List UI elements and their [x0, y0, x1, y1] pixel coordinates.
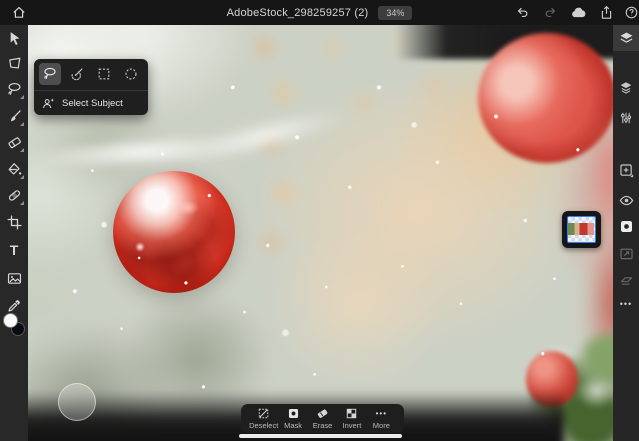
adjustments-icon[interactable] — [615, 107, 637, 129]
selection-tool-popup: Select Subject — [34, 59, 148, 115]
mask-button[interactable]: Mask — [278, 407, 307, 430]
place-embed-icon[interactable] — [615, 242, 637, 264]
visibility-eye-icon[interactable] — [615, 189, 637, 211]
elliptical-marquee-option[interactable] — [120, 63, 142, 85]
selection-action-bar: Deselect Mask Erase Invert ••• More — [241, 404, 404, 433]
lasso-select-tool[interactable] — [2, 77, 26, 101]
deselect-button[interactable]: Deselect — [249, 407, 278, 430]
more-dots-icon: ••• — [376, 408, 387, 420]
flatten-icon[interactable] — [615, 268, 637, 290]
select-subject-label: Select Subject — [62, 98, 123, 109]
more-options-icon[interactable]: ••• — [615, 293, 637, 315]
layers-panel-button[interactable] — [613, 25, 639, 51]
healing-brush-tool[interactable] — [2, 183, 26, 207]
redo-icon[interactable] — [541, 3, 559, 21]
more-button[interactable]: ••• More — [367, 408, 396, 430]
layer-transparency-checker — [567, 216, 596, 243]
lasso-option[interactable] — [39, 63, 61, 85]
crop-tool[interactable] — [2, 210, 26, 234]
panels-sidebar: ••• — [613, 25, 639, 441]
zoom-level-badge[interactable]: 34% — [378, 6, 412, 20]
home-indicator-bar[interactable] — [239, 434, 402, 438]
paint-fill-tool[interactable] — [2, 157, 26, 181]
type-tool[interactable]: T — [2, 238, 26, 262]
selection-tool-options — [34, 59, 148, 89]
undo-icon[interactable] — [513, 3, 531, 21]
deselect-label: Deselect — [249, 421, 278, 430]
transform-tool[interactable] — [2, 51, 26, 75]
brush-tool[interactable] — [2, 104, 26, 128]
invert-button[interactable]: Invert — [337, 407, 366, 430]
more-label: More — [373, 421, 390, 430]
document-title: AdobeStock_298259257 (2) — [227, 7, 369, 19]
touch-shortcut-button[interactable] — [58, 383, 96, 421]
erase-button[interactable]: Erase — [308, 407, 337, 430]
cloud-sync-icon[interactable] — [569, 3, 587, 21]
move-tool[interactable] — [2, 26, 26, 50]
add-layer-icon[interactable] — [615, 159, 637, 181]
invert-label: Invert — [343, 421, 362, 430]
foreground-color-swatch[interactable] — [3, 313, 18, 328]
title-bar: AdobeStock_298259257 (2) 34% — [0, 0, 639, 25]
select-subject-row[interactable]: Select Subject — [34, 91, 148, 115]
select-subject-icon — [41, 96, 56, 111]
layer-image-preview — [568, 223, 594, 235]
place-photo-tool[interactable] — [2, 266, 26, 290]
tools-sidebar: T — [0, 25, 28, 441]
help-icon[interactable] — [622, 3, 639, 21]
rectangular-marquee-option[interactable] — [93, 63, 115, 85]
layer-properties-icon[interactable] — [615, 77, 637, 99]
erase-label: Erase — [313, 421, 333, 430]
layer-mask-icon[interactable] — [615, 215, 637, 237]
quick-selection-option[interactable] — [66, 63, 88, 85]
eraser-tool[interactable] — [2, 130, 26, 154]
color-swatches[interactable] — [3, 313, 25, 336]
selected-layer-thumbnail[interactable] — [562, 211, 601, 248]
share-icon[interactable] — [597, 3, 615, 21]
mask-label: Mask — [284, 421, 302, 430]
